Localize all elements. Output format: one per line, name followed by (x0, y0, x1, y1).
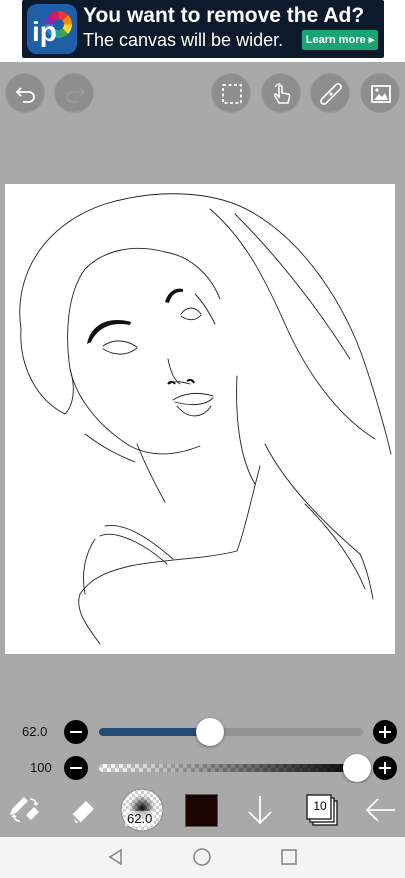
redo-button[interactable] (54, 73, 94, 113)
opacity-track[interactable] (99, 764, 363, 772)
logo-text: ip (32, 16, 57, 47)
hand-gesture-icon (273, 83, 291, 104)
brush-preview-size-label: 62.0 (125, 811, 155, 826)
current-color-swatch (185, 794, 218, 827)
nav-back-icon[interactable] (106, 847, 126, 867)
arrow-down-icon (248, 796, 272, 825)
sketch-drawing (19, 193, 392, 645)
tool-selection-button[interactable] (0, 783, 50, 837)
opacity-value: 100 (30, 760, 52, 775)
drawing-canvas[interactable] (5, 184, 395, 654)
color-picker-button[interactable] (180, 783, 230, 837)
nav-recents-icon[interactable] (279, 847, 299, 867)
undo-button[interactable] (5, 73, 45, 113)
eraser-button[interactable] (57, 783, 107, 837)
eraser-icon (71, 801, 94, 824)
image-button[interactable] (360, 73, 400, 113)
image-icon (371, 85, 391, 103)
layers-button[interactable]: 10 (298, 783, 348, 837)
opacity-increase-button[interactable] (373, 756, 397, 780)
brush-size-slider-row: 62.0 (0, 718, 405, 747)
ad-banner[interactable]: ip You want to remove the Ad? The canvas… (22, 0, 384, 58)
system-nav-bar (0, 837, 405, 878)
layer-count: 10 (313, 799, 327, 813)
brush-size-increase-button[interactable] (373, 720, 397, 744)
ad-strip: ip You want to remove the Ad? The canvas… (0, 0, 405, 62)
learn-more-label: Learn more (305, 34, 366, 46)
brush-size-track-fill (99, 728, 210, 736)
redo-icon (66, 87, 86, 103)
arrow-left-icon (365, 798, 395, 822)
ad-title: You want to remove the Ad? (83, 4, 365, 27)
selection-button[interactable] (211, 73, 251, 113)
ad-subtitle: The canvas will be wider. (83, 30, 284, 50)
ibispaint-logo: ip (27, 4, 77, 54)
back-button[interactable] (356, 783, 405, 837)
move-down-button[interactable] (236, 783, 286, 837)
gesture-button[interactable] (261, 73, 301, 113)
selection-icon (222, 84, 242, 104)
opacity-thumb[interactable] (343, 754, 371, 782)
opacity-slider-row: 100 (0, 754, 405, 783)
undo-icon (15, 87, 35, 103)
opacity-decrease-button[interactable] (64, 756, 88, 780)
brush-preview-button[interactable]: 62.0 (118, 783, 166, 837)
brush-size-thumb[interactable] (195, 718, 224, 746)
nav-home-icon[interactable] (192, 847, 212, 867)
learn-more-button[interactable]: Learn more ▸ (302, 30, 378, 50)
ruler-button[interactable] (310, 73, 350, 113)
brush-tool-icon (10, 797, 39, 822)
ruler-icon (320, 83, 342, 105)
brush-size-value: 62.0 (22, 724, 48, 739)
bottom-toolbar: 62.0 10 (0, 783, 405, 837)
brush-size-decrease-button[interactable] (64, 720, 88, 744)
